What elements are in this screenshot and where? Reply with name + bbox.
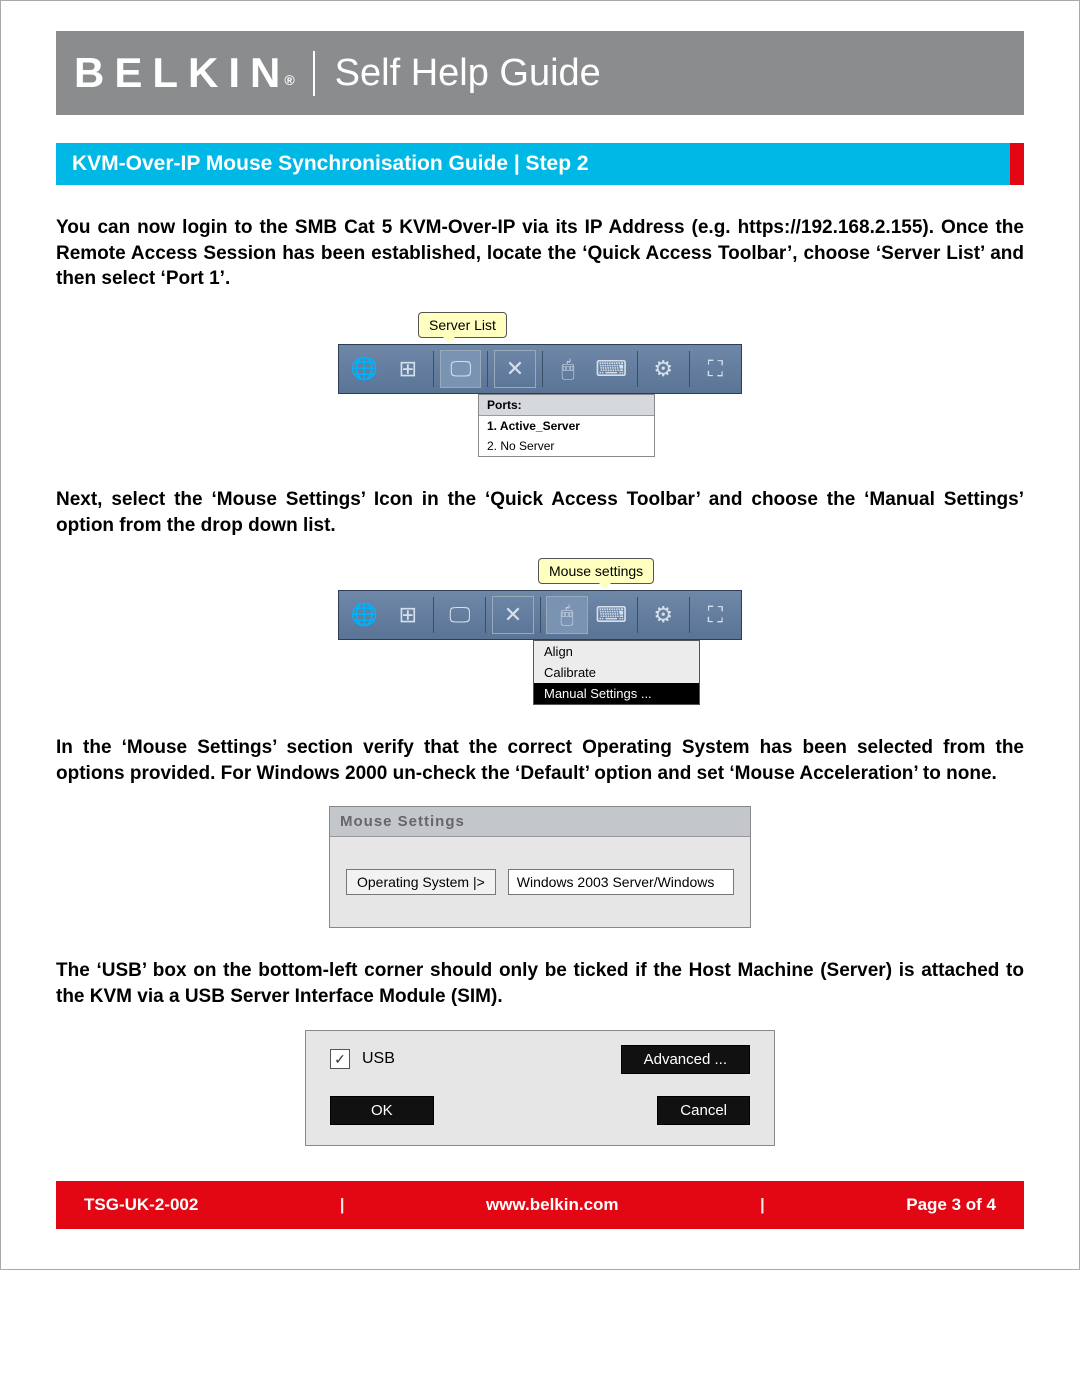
toolbar-separator xyxy=(433,597,434,633)
toolbar-separator xyxy=(689,597,690,633)
mouse-settings-dialog: Mouse Settings Operating System |> Windo… xyxy=(329,806,751,928)
footer-separator: | xyxy=(340,1195,345,1215)
header-title: Self Help Guide xyxy=(335,52,601,95)
server-list-icon[interactable]: 🖵 xyxy=(440,350,481,388)
ports-dropdown[interactable]: Ports: 1. Active_Server 2. No Server xyxy=(478,394,655,457)
menu-item-align[interactable]: Align xyxy=(534,641,699,662)
header-divider xyxy=(313,51,315,96)
callout-mouse-settings: Mouse settings xyxy=(538,558,654,584)
usb-checkbox[interactable]: ✓ xyxy=(330,1049,350,1069)
quick-access-toolbar: 🌐 ⊞ 🖵 ✕ 🖱 ⌨ ⚙ ⛶ xyxy=(338,590,742,640)
mouse-menu-dropdown[interactable]: Align Calibrate Manual Settings ... xyxy=(533,640,700,705)
usb-dialog: ✓ USB Advanced ... OK Cancel xyxy=(305,1030,775,1146)
callout-server-list: Server List xyxy=(418,312,507,338)
globe-icon[interactable]: 🌐 xyxy=(345,351,384,387)
ok-button[interactable]: OK xyxy=(330,1096,434,1125)
toolbar-separator xyxy=(637,597,638,633)
menu-item-calibrate[interactable]: Calibrate xyxy=(534,662,699,683)
screenshot-2: Mouse settings 🌐 ⊞ 🖵 ✕ 🖱 ⌨ ⚙ ⛶ Align Cal… xyxy=(56,558,1024,705)
doc-id: TSG-UK-2-002 xyxy=(84,1195,198,1215)
toolbar-separator xyxy=(689,351,690,387)
header-banner: BELKIN® Self Help Guide xyxy=(56,31,1024,115)
ports-header: Ports: xyxy=(479,395,654,416)
paragraph-3: In the ‘Mouse Settings’ section verify t… xyxy=(56,735,1024,786)
cancel-button[interactable]: Cancel xyxy=(657,1096,750,1125)
menu-item-manual-settings[interactable]: Manual Settings ... xyxy=(534,683,699,704)
screenshot-4: ✓ USB Advanced ... OK Cancel xyxy=(56,1030,1024,1146)
operating-system-button[interactable]: Operating System |> xyxy=(346,869,496,895)
footer-url: www.belkin.com xyxy=(486,1195,619,1215)
screenshot-3: Mouse Settings Operating System |> Windo… xyxy=(56,806,1024,928)
keyboard-icon[interactable]: ⌨ xyxy=(592,597,631,633)
screenshot-1: Server List 🌐 ⊞ 🖵 ✕ 🖱 ⌨ ⚙ ⛶ Ports: 1. Ac… xyxy=(56,312,1024,457)
toolbar-separator xyxy=(542,351,543,387)
gear-icon[interactable]: ⚙ xyxy=(644,597,683,633)
usb-label: USB xyxy=(362,1050,395,1068)
brand-suffix: ® xyxy=(284,72,294,88)
port-item-1[interactable]: 1. Active_Server xyxy=(479,416,654,436)
page-number: Page 3 of 4 xyxy=(906,1195,996,1215)
advanced-button[interactable]: Advanced ... xyxy=(621,1045,750,1074)
dialog-title: Mouse Settings xyxy=(330,807,750,837)
paragraph-4: The ‘USB’ box on the bottom-left corner … xyxy=(56,958,1024,1009)
keyboard-icon[interactable]: ⌨ xyxy=(592,351,631,387)
footer-separator: | xyxy=(760,1195,765,1215)
paragraph-1: You can now login to the SMB Cat 5 KVM-O… xyxy=(56,215,1024,292)
toolbar-separator xyxy=(637,351,638,387)
section-heading: KVM-Over-IP Mouse Synchronisation Guide … xyxy=(56,143,1024,185)
operating-system-value[interactable]: Windows 2003 Server/Windows xyxy=(508,869,734,895)
maximize-icon[interactable]: ⛶ xyxy=(696,597,735,633)
footer: TSG-UK-2-002 | www.belkin.com | Page 3 o… xyxy=(56,1181,1024,1229)
network-icon[interactable]: ⊞ xyxy=(388,351,427,387)
quick-access-toolbar: 🌐 ⊞ 🖵 ✕ 🖱 ⌨ ⚙ ⛶ xyxy=(338,344,742,394)
toolbar-separator xyxy=(487,351,488,387)
port-item-2[interactable]: 2. No Server xyxy=(479,436,654,456)
paragraph-2: Next, select the ‘Mouse Settings’ Icon i… xyxy=(56,487,1024,538)
close-icon[interactable]: ✕ xyxy=(492,596,533,634)
maximize-icon[interactable]: ⛶ xyxy=(696,351,735,387)
network-icon[interactable]: ⊞ xyxy=(388,597,427,633)
mouse-icon[interactable]: 🖱 xyxy=(548,351,587,387)
close-icon[interactable]: ✕ xyxy=(494,350,535,388)
globe-icon[interactable]: 🌐 xyxy=(345,597,384,633)
toolbar-separator xyxy=(485,597,486,633)
mouse-icon[interactable]: 🖱 xyxy=(546,596,587,634)
gear-icon[interactable]: ⚙ xyxy=(644,351,683,387)
server-list-icon[interactable]: 🖵 xyxy=(440,597,479,633)
toolbar-separator xyxy=(540,597,541,633)
brand-text: BELKIN xyxy=(74,49,290,96)
brand-logo: BELKIN® xyxy=(74,49,295,97)
toolbar-separator xyxy=(433,351,434,387)
document-page: BELKIN® Self Help Guide KVM-Over-IP Mous… xyxy=(0,0,1080,1270)
